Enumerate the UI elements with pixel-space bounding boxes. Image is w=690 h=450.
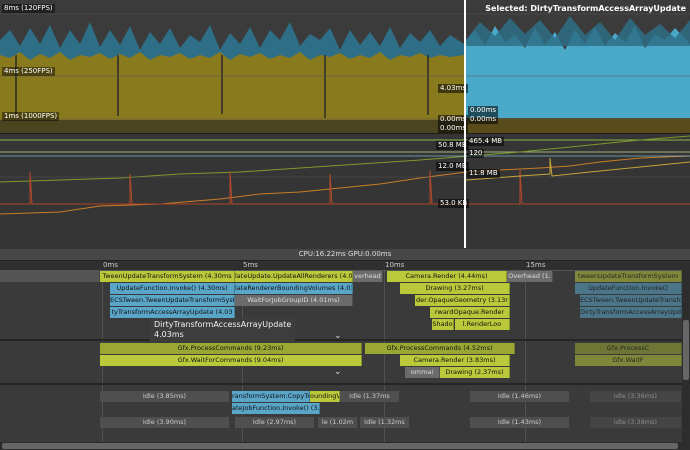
main-thread-row-4: tyTransformAccessArrayUpdate (4.03 rward… xyxy=(0,307,690,319)
selected-block[interactable]: tyTransformAccessArrayUpdate (4.03 xyxy=(110,307,235,318)
timeline-block[interactable]: Idle (1.46ms) xyxy=(470,391,570,402)
render-thread-row-3: ommai Drawing (2.37ms) xyxy=(0,367,690,379)
timeline-block[interactable]: verhead xyxy=(353,271,383,282)
main-thread-row-3: ECSTween.TweenUpdateTransformSyst WaitFo… xyxy=(0,295,690,307)
timeline-block[interactable]: ECSTween.TweenUpdateTransformSyst xyxy=(110,295,235,306)
axis-label-4ms: 4ms (250FPS) xyxy=(2,67,55,76)
axis-label-1ms: 1ms (1000FPS) xyxy=(2,112,60,121)
worker-thread-row-1: Idle (3.85ms) ransformSystem:CopyTrans o… xyxy=(0,391,690,403)
timeline-block[interactable]: UpdateFunction.Invoke() (4.30ms) xyxy=(110,283,235,294)
timeline-block[interactable]: Idle (3.90ms) xyxy=(100,417,230,428)
timeline-header: CPU:16.22ms GPU:0.00ms xyxy=(0,249,690,261)
selected-frame-marker[interactable] xyxy=(464,0,466,248)
main-thread-row-5: Shado l.RenderLoo xyxy=(0,319,690,331)
timeline-block[interactable]: der.OpaqueGeometry (3.13r xyxy=(415,295,510,306)
timeline-block[interactable]: Idle (3.85ms) xyxy=(100,391,230,402)
timeline-block[interactable]: ommai xyxy=(405,367,440,378)
worker-thread-row-3: Idle (3.90ms) Idle (2.97ms) le (1.02m Id… xyxy=(0,417,690,429)
vertical-scrollbar[interactable] xyxy=(682,270,690,450)
timeline-block[interactable]: Idle (3.38ms) xyxy=(590,417,682,428)
thread-separator xyxy=(0,383,690,385)
timeline-block[interactable]: rwardOpaque.Render xyxy=(430,307,510,318)
memory-label: 11.8 MB xyxy=(467,169,500,178)
axis-label-8ms: 8ms (120FPS) xyxy=(2,4,55,13)
timeline-block[interactable]: Idle (1.37ms xyxy=(340,391,400,402)
render-thread-row-2: Gfx.WaitForCommands (9.04ms) Camera.Rend… xyxy=(0,355,690,367)
thread-separator xyxy=(0,339,690,341)
tooltip-title: DirtyTransformAccessArrayUpdate xyxy=(154,320,292,329)
timeline-block[interactable]: lateUpdate.UpdateAllRenderers (4.04 xyxy=(235,271,353,282)
timeline-block[interactable]: Gfx.ProcessCommands (4.52ms) xyxy=(365,343,515,354)
memory-label-total: 465.4 MB xyxy=(467,137,505,146)
memory-chart[interactable]: 465.4 MB 50.8 MB 120 12.0 MB 11.8 MB 53.… xyxy=(0,133,690,249)
time-ruler[interactable]: 0ms 5ms 10ms 15ms xyxy=(0,261,690,271)
tick-label: 15ms xyxy=(526,261,546,269)
timeline-block[interactable]: DirtyTransformAccessArrayUpdate (4. xyxy=(580,307,682,318)
timeline-block[interactable]: l.RenderLoo xyxy=(455,319,510,330)
chevron-down-icon[interactable]: ⌄ xyxy=(334,331,342,341)
timeline-block[interactable]: Idle (3.36ms) xyxy=(590,391,682,402)
timeline-block[interactable]: tweenUpdateTransformSystem xyxy=(575,271,682,282)
timeline-block[interactable]: Drawing (2.37ms) xyxy=(440,367,510,378)
timeline-block[interactable]: Idle (2.97ms) xyxy=(235,417,315,428)
timeline-block[interactable]: Shado xyxy=(432,319,454,330)
tick-label: 10ms xyxy=(385,261,405,269)
timeline-block[interactable]: Camera.Render (4.44ms) xyxy=(387,271,507,282)
cpu-usage-chart[interactable]: 8ms (120FPS) 4ms (250FPS) 1ms (1000FPS) … xyxy=(0,0,690,133)
main-thread-row-1: TweenUpdateTransformSystem (4.30ms lateU… xyxy=(0,271,690,283)
tick-label: 0ms xyxy=(103,261,118,269)
timeline-block[interactable]: Overhead (1. xyxy=(507,271,553,282)
timeline-block[interactable] xyxy=(0,271,100,282)
timeline-block[interactable]: oundingVo xyxy=(310,391,340,402)
timeline-block[interactable]: ransformSystem:CopyTrans xyxy=(232,391,310,402)
value-label: 0.00ms xyxy=(468,106,499,115)
render-thread-row-1: Gfx.ProcessCommands (9.23ms) Gfx.Process… xyxy=(0,343,690,355)
timeline-block[interactable]: UpdateFunction.Invoke() xyxy=(575,283,682,294)
timeline-block[interactable]: Idle (1.32ms xyxy=(360,417,410,428)
timeline-block[interactable]: Gfx.ProcessC xyxy=(575,343,682,354)
timeline-block[interactable]: Camera.Render (3.83ms) xyxy=(400,355,510,366)
timeline-block[interactable]: ECSTween.TweenUpdateTransfo xyxy=(580,295,682,306)
memory-chart-graphic xyxy=(0,134,690,249)
timeline-block[interactable]: Gfx.ProcessCommands (9.23ms) xyxy=(100,343,362,354)
timeline-block[interactable]: Idle (1.43ms) xyxy=(470,417,570,428)
timeline-view[interactable]: CPU:16.22ms GPU:0.00ms 0ms 5ms 10ms 15ms… xyxy=(0,249,690,450)
main-thread-row-2: UpdateFunction.Invoke() (4.30ms) lateRen… xyxy=(0,283,690,295)
selected-sample-title: Selected: DirtyTransformAccessArrayUpdat… xyxy=(485,4,686,13)
value-label: 0.00ms xyxy=(468,115,499,124)
sample-tooltip: DirtyTransformAccessArrayUpdate 4.03ms xyxy=(150,318,296,342)
timeline-block[interactable]: Gfx.WaitForCommands (9.04ms) xyxy=(100,355,362,366)
timeline-block[interactable]: le (1.02m xyxy=(318,417,358,428)
timeline-block[interactable]: ateJobFunction.Invoke() (3.0 xyxy=(232,403,320,414)
tooltip-value: 4.03ms xyxy=(154,330,184,339)
worker-thread-row-2: ateJobFunction.Invoke() (3.0 xyxy=(0,403,690,415)
timeline-block[interactable]: WaitForJobGroupID (4.01ms) xyxy=(235,295,353,306)
cpu-chart-graphic xyxy=(0,0,690,133)
horizontal-scroll-thumb[interactable] xyxy=(2,443,678,449)
timeline-block[interactable]: TweenUpdateTransformSystem (4.30ms xyxy=(100,271,235,282)
timeline-block[interactable]: Gfx.WaitF xyxy=(575,355,682,366)
memory-label: 120 xyxy=(467,149,485,158)
horizontal-scrollbar[interactable] xyxy=(0,442,682,450)
vertical-scroll-thumb[interactable] xyxy=(683,320,689,380)
tick-label: 5ms xyxy=(243,261,258,269)
chevron-down-icon[interactable]: ⌄ xyxy=(334,367,342,377)
timeline-block[interactable]: lateRendererBoundingVolumes (4.03n xyxy=(235,283,353,294)
timeline-block[interactable]: Drawing (3.27ms) xyxy=(400,283,510,294)
